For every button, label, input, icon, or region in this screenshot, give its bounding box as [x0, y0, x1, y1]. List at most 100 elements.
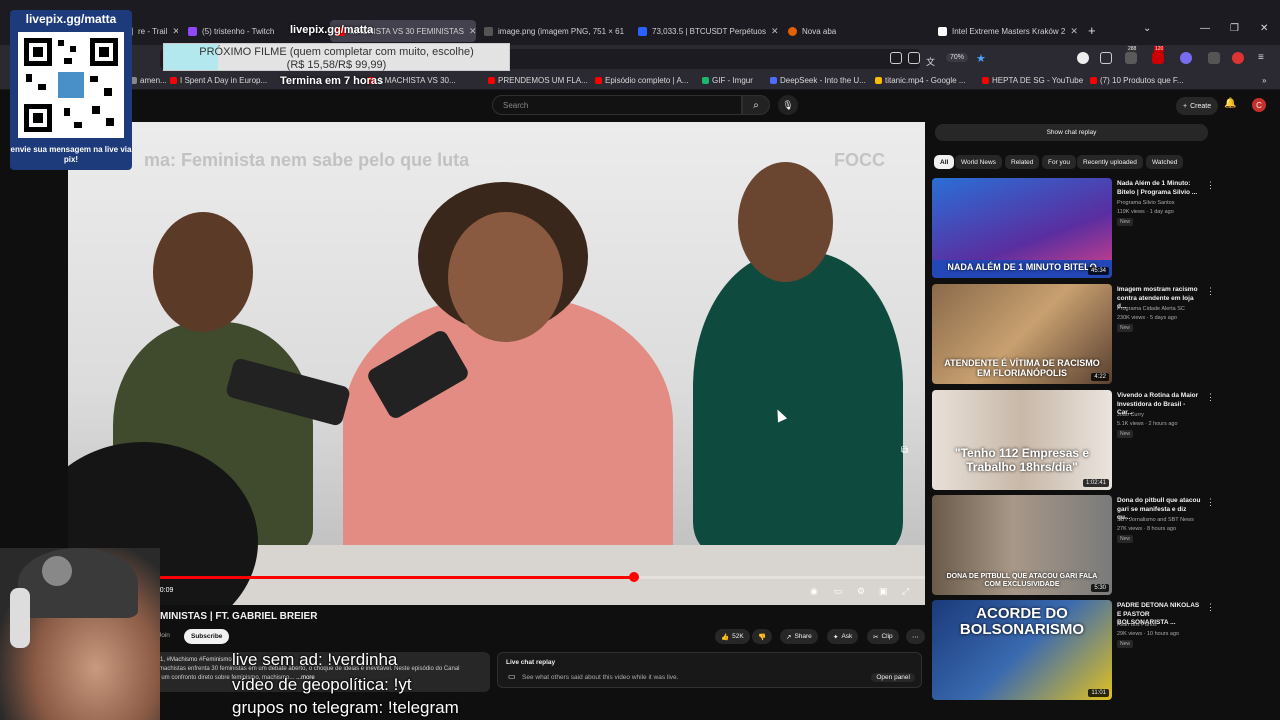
subscribe-button[interactable]: Subscribe [184, 629, 230, 644]
close-icon[interactable]: ✕ [771, 26, 778, 37]
video-duration: 4:22 [1091, 373, 1109, 381]
minimize-button[interactable]: — [1200, 23, 1210, 34]
extension-icon[interactable] [1180, 52, 1192, 64]
bookmark[interactable]: PRENDEMOS UM FLA... [488, 76, 588, 85]
recommendation-item[interactable]: DONA DE PITBULL QUE ATACOU GARI FALA COM… [932, 495, 1215, 595]
ask-button[interactable]: ✦ Ask [827, 629, 859, 644]
search-icon[interactable]: ⌕ [742, 95, 770, 115]
streamer-webcam [0, 548, 160, 720]
tab[interactable]: image.png (imagem PNG, 751 × 61✕ [478, 20, 624, 42]
thumbnail-caption: ATENDENTE É VÍTIMA DE RACISMO EM FLORIAN… [944, 358, 1100, 378]
more-options-icon[interactable]: ⋮ [1206, 286, 1215, 297]
more-bookmarks-icon[interactable]: » [1262, 76, 1266, 85]
bookmark-star-icon[interactable]: ★ [976, 52, 988, 65]
subtitles-icon[interactable]: ▭ [834, 586, 843, 597]
stream-screen: re - Trail ✕ (5) tristenho - Twitch MACHI… [0, 0, 1280, 720]
microphone-icon[interactable]: 🎙 [778, 95, 798, 115]
new-badge: New [1117, 324, 1134, 332]
share-button[interactable]: ↗ Share [780, 629, 818, 644]
imgur-icon [702, 77, 709, 84]
notifications-bell-icon[interactable]: 🔔 [1224, 98, 1236, 109]
bookmark[interactable]: Episódio completo | A... [595, 76, 688, 85]
bookmark[interactable]: (7) 10 Produtos que F... [1090, 76, 1184, 85]
create-button[interactable]: + Create [1176, 97, 1219, 115]
close-icon[interactable]: ✕ [1070, 26, 1078, 37]
avatar[interactable]: C [1252, 98, 1266, 112]
close-icon[interactable]: ✕ [172, 26, 178, 37]
new-tab-button[interactable]: + [1088, 23, 1096, 38]
headphones-icon [10, 588, 30, 648]
recommendation-title[interactable]: Nada Além de 1 Minuto: Bitelo | Programa… [1117, 180, 1201, 197]
person-center-head [448, 212, 563, 342]
livepix-title: livepix.gg/matta [290, 24, 374, 36]
bookmark[interactable]: DeepSeek - Into the U... [770, 76, 866, 85]
settings-gear-icon[interactable]: ⚙ [857, 586, 865, 597]
chip-for-you[interactable]: For you [1042, 155, 1077, 169]
chip-recently-uploaded[interactable]: Recently uploaded [1077, 155, 1143, 169]
qr-footer: envie sua mensagem na live via pix! [10, 145, 132, 164]
recommendation-thumbnail[interactable]: NADA ALÉM DE 1 MINUTO BITELO 45:34 [932, 178, 1112, 278]
dislike-button[interactable]: 👎 [752, 629, 773, 644]
close-icon[interactable]: ✕ [469, 26, 476, 37]
zoom-level[interactable]: 70% [946, 53, 969, 62]
chip-watched[interactable]: Watched [1146, 155, 1184, 169]
chip-world-news[interactable]: World News [955, 155, 1002, 169]
skull-logo-icon [42, 556, 72, 586]
like-button[interactable]: 👍 52K [715, 629, 750, 644]
maximize-button[interactable]: ❐ [1230, 23, 1239, 34]
extension-badge-icon[interactable]: 288 [1125, 46, 1138, 64]
autoplay-toggle-icon[interactable]: ◉ [810, 586, 818, 597]
recommendation-item[interactable]: NADA ALÉM DE 1 MINUTO BITELO 45:34 Nada … [932, 178, 1215, 278]
recommendation-channel[interactable]: Programa Cidade Alerta SC [1117, 306, 1207, 312]
tab[interactable]: (5) tristenho - Twitch [182, 20, 282, 42]
bookmark[interactable]: GIF - Imgur [702, 76, 753, 85]
bookmark[interactable]: titanic.mp4 - Google ... [875, 76, 965, 85]
ublock-icon[interactable]: 120 [1152, 46, 1165, 64]
extension-c-icon[interactable] [1077, 52, 1089, 64]
recommendation-channel[interactable]: Allan dos Panos [1117, 622, 1207, 628]
chip-all[interactable]: All [934, 155, 955, 169]
recommendation-thumbnail[interactable]: ATENDENTE É VÍTIMA DE RACISMO EM FLORIAN… [932, 284, 1112, 384]
bookmark[interactable]: I Spent A Day in Europ... [170, 76, 267, 85]
recommendation-item[interactable]: "Tenho 112 Empresas e Trabalho 18hrs/dia… [932, 390, 1215, 490]
video-player[interactable]: ma: Feminista nem sabe pelo que luta FOC… [68, 122, 925, 605]
chip-related[interactable]: Related [1005, 155, 1040, 169]
reader-view-icon[interactable] [890, 52, 902, 64]
extensions-icon[interactable] [1100, 52, 1112, 64]
bookmark[interactable]: HEPTA DE SG - YouTube [982, 76, 1083, 85]
miniplayer-icon[interactable]: ▣ [879, 586, 888, 597]
tab[interactable]: Nova aba [782, 20, 928, 42]
open-panel-button[interactable]: Open panel [871, 673, 915, 682]
video-progress-bar[interactable] [68, 572, 925, 582]
recommendation-thumbnail[interactable]: "Tenho 112 Empresas e Trabalho 18hrs/dia… [932, 390, 1112, 490]
menu-icon[interactable]: ≡ [1258, 52, 1270, 64]
recommendation-channel[interactable]: Programa Silvio Santos [1117, 200, 1207, 206]
tab-list-icon[interactable]: ⌄ [1143, 23, 1151, 34]
window-close-button[interactable]: ✕ [1260, 23, 1268, 34]
abp-icon[interactable] [1232, 52, 1244, 64]
bookmark[interactable]: amen... [130, 76, 167, 85]
recommendation-channel[interactable]: SBT Jornalismo and SBT News [1117, 517, 1207, 523]
screenshot-icon[interactable] [908, 52, 920, 64]
recommendation-item[interactable]: ACORDE DO BOLSONARISMO 11:01 PADRE DETON… [932, 600, 1215, 700]
more-options-icon[interactable]: ⋮ [1206, 602, 1215, 613]
picture-in-picture-icon[interactable]: ⧉ [901, 445, 908, 456]
search-input[interactable]: Search [492, 95, 742, 115]
more-options-icon[interactable]: ⋮ [1206, 392, 1215, 403]
video-progress-handle[interactable] [628, 572, 639, 582]
show-chat-replay-button[interactable]: Show chat replay [935, 124, 1208, 141]
clip-button[interactable]: ✂ Clip [867, 629, 899, 644]
recommendation-item[interactable]: ATENDENTE É VÍTIMA DE RACISMO EM FLORIAN… [932, 284, 1215, 384]
translate-icon[interactable]: 文 [926, 52, 938, 67]
more-options-icon[interactable]: ⋮ [1206, 180, 1215, 191]
recommendation-thumbnail[interactable]: DONA DE PITBULL QUE ATACOU GARI FALA COM… [932, 495, 1112, 595]
recommendation-channel[interactable]: Joao Curry [1117, 412, 1207, 418]
qr-code-icon [18, 32, 124, 138]
recommendation-thumbnail[interactable]: ACORDE DO BOLSONARISMO 11:01 [932, 600, 1112, 700]
fullscreen-icon[interactable]: ⤢ [902, 586, 909, 597]
extension-icon[interactable] [1208, 52, 1220, 64]
tab[interactable]: Intel Extreme Masters Kraków 2 ✕ [932, 20, 1078, 42]
more-actions-button[interactable]: ⋯ [906, 629, 925, 644]
more-options-icon[interactable]: ⋮ [1206, 497, 1215, 508]
tab[interactable]: 73,033.5 | BTCUSDT Perpétuos ✕ [632, 20, 778, 42]
